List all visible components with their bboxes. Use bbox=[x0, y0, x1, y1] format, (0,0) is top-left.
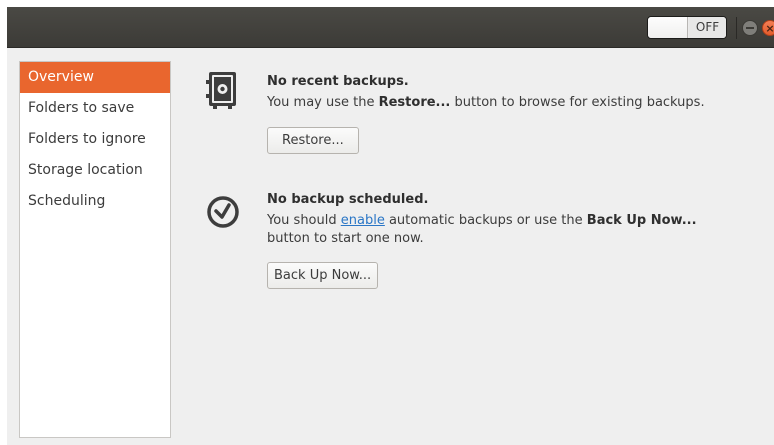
schedule-description-line2: button to start one now. bbox=[267, 231, 424, 246]
sidebar: Overview Folders to save Folders to igno… bbox=[19, 61, 171, 438]
back-up-now-button[interactable]: Back Up Now... bbox=[267, 262, 379, 289]
clock-icon bbox=[206, 190, 239, 228]
backups-description: You may use the Restore... button to bro… bbox=[267, 95, 705, 110]
schedule-description-line1: You should enable automatic backups or u… bbox=[267, 213, 697, 228]
sidebar-item-scheduling[interactable]: Scheduling bbox=[20, 186, 170, 217]
header-bar: OFF × bbox=[7, 7, 774, 48]
backups-title: No recent backups. bbox=[267, 74, 409, 89]
safe-icon bbox=[206, 71, 239, 109]
switch-label: OFF bbox=[689, 17, 726, 38]
backups-window: OFF × Overview Folders to save Folders t… bbox=[7, 7, 774, 445]
switch-knob[interactable] bbox=[648, 17, 688, 38]
minimize-icon[interactable] bbox=[742, 20, 758, 36]
sidebar-item-folders-to-ignore[interactable]: Folders to ignore bbox=[20, 124, 170, 155]
sidebar-item-storage-location[interactable]: Storage location bbox=[20, 155, 170, 186]
schedule-title: No backup scheduled. bbox=[267, 192, 429, 207]
header-divider bbox=[736, 17, 737, 39]
backup-toggle-switch[interactable]: OFF bbox=[647, 16, 727, 39]
close-icon[interactable]: × bbox=[762, 20, 774, 36]
sidebar-item-overview[interactable]: Overview bbox=[20, 62, 170, 93]
sidebar-item-folders-to-save[interactable]: Folders to save bbox=[20, 93, 170, 124]
restore-button[interactable]: Restore... bbox=[267, 127, 359, 154]
enable-link[interactable]: enable bbox=[341, 213, 385, 228]
